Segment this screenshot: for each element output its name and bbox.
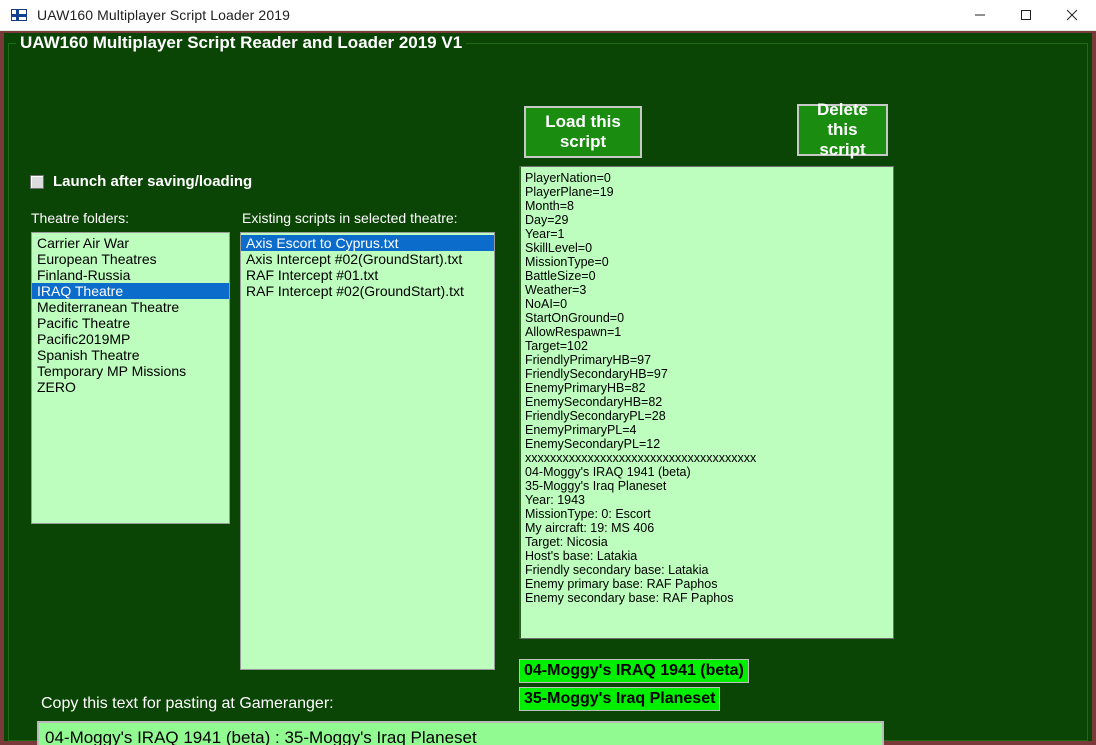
script-line: SkillLevel=0	[525, 241, 593, 255]
theatre-item[interactable]: Finland-Russia	[32, 267, 229, 283]
planeset-name-badge: 35-Moggy's Iraq Planeset	[519, 687, 721, 711]
delete-button-line2: this script	[819, 120, 866, 159]
script-line: StartOnGround=0	[525, 311, 625, 325]
minimize-button[interactable]	[957, 0, 1003, 30]
script-item[interactable]: RAF Intercept #02(GroundStart).txt	[241, 283, 494, 299]
theatre-item[interactable]: Pacific Theatre	[32, 315, 229, 331]
script-line: 35-Moggy's Iraq Planeset	[525, 479, 667, 493]
launch-after-saving-label: Launch after saving/loading	[53, 173, 253, 190]
script-item[interactable]: RAF Intercept #01.txt	[241, 267, 494, 283]
title-bar: UAW160 Multiplayer Script Loader 2019	[0, 0, 1096, 31]
theatre-item[interactable]: Carrier Air War	[32, 235, 229, 251]
script-content-panel[interactable]: PlayerNation=0 PlayerPlane=19 Month=8 Day=2…	[519, 166, 894, 639]
script-line: NoAI=0	[525, 297, 568, 311]
script-line: Year=1	[525, 227, 565, 241]
script-line: My aircraft: 19: MS 406	[525, 521, 655, 535]
script-line: Year: 1943	[525, 493, 586, 507]
script-line: BattleSize=0	[525, 269, 596, 283]
script-line: Target=102	[525, 339, 588, 353]
theatre-item[interactable]: ZERO	[32, 379, 229, 395]
script-line: Friendly secondary base: Latakia	[525, 563, 709, 577]
theatre-item[interactable]: Mediterranean Theatre	[32, 299, 229, 315]
close-icon	[1066, 9, 1078, 21]
finnish-flag-icon	[11, 9, 27, 21]
close-button[interactable]	[1049, 0, 1095, 30]
script-line: FriendlySecondaryPL=28	[525, 409, 666, 423]
delete-script-button[interactable]: Delete this script	[797, 100, 888, 159]
script-line: Enemy secondary base: RAF Paphos	[525, 591, 734, 605]
mission-name-badge: 04-Moggy's IRAQ 1941 (beta)	[519, 659, 749, 683]
script-line: FriendlyPrimaryHB=97	[525, 353, 652, 367]
theatre-item[interactable]: Temporary MP Missions	[32, 363, 229, 379]
script-line: Enemy primary base: RAF Paphos	[525, 577, 718, 591]
script-line: Host's base: Latakia	[525, 549, 638, 563]
theatre-folders-label: Theatre folders:	[31, 210, 130, 226]
script-line: EnemySecondaryPL=12	[525, 437, 661, 451]
window-title: UAW160 Multiplayer Script Loader 2019	[37, 7, 290, 23]
existing-scripts-listbox[interactable]: Axis Escort to Cyprus.txt Axis Intercept …	[240, 232, 495, 670]
script-line: MissionType=0	[525, 255, 609, 269]
form-body: UAW160 Multiplayer Script Reader and Loa…	[0, 31, 1096, 745]
script-line: EnemySecondaryHB=82	[525, 395, 663, 409]
maximize-icon	[1021, 10, 1031, 20]
script-line: EnemyPrimaryHB=82	[525, 381, 646, 395]
gameranger-copy-field[interactable]: 04-Moggy's IRAQ 1941 (beta) : 35-Moggy's…	[37, 721, 884, 745]
script-line: Day=29	[525, 213, 569, 227]
load-button-line2: script	[559, 132, 607, 151]
theatre-item[interactable]: IRAQ Theatre	[32, 283, 229, 299]
script-line: Weather=3	[525, 283, 587, 297]
script-line: 04-Moggy's IRAQ 1941 (beta)	[525, 465, 691, 479]
groupbox-top-right-edge	[466, 43, 1088, 44]
launch-after-saving-checkbox[interactable]: Launch after saving/loading	[30, 173, 252, 190]
script-line: PlayerNation=0	[525, 171, 611, 185]
script-line: FriendlySecondaryHB=97	[525, 367, 668, 381]
groupbox-top-left-edge	[8, 43, 16, 44]
existing-scripts-label: Existing scripts in selected theatre:	[242, 210, 458, 226]
script-line: PlayerPlane=19	[525, 185, 614, 199]
script-line: MissionType: 0: Escort	[525, 507, 651, 521]
application-window: UAW160 Multiplayer Script Loader 2019 UA…	[0, 0, 1096, 745]
script-line: Target: Nicosia	[525, 535, 608, 549]
theatre-item[interactable]: European Theatres	[32, 251, 229, 267]
load-script-button[interactable]: Load this script	[524, 106, 642, 158]
theatre-folders-listbox[interactable]: Carrier Air War European Theatres Finland-…	[31, 232, 230, 524]
theatre-item[interactable]: Spanish Theatre	[32, 347, 229, 363]
copy-text-label: Copy this text for pasting at Gameranger…	[41, 695, 334, 712]
script-item[interactable]: Axis Escort to Cyprus.txt	[241, 235, 494, 251]
script-line: Month=8	[525, 199, 574, 213]
script-line: EnemyPrimaryPL=4	[525, 423, 637, 437]
minimize-icon	[975, 14, 985, 16]
script-line: AllowRespawn=1	[525, 325, 622, 339]
checkbox-box-icon	[30, 174, 44, 189]
groupbox-title: UAW160 Multiplayer Script Reader and Loa…	[20, 33, 463, 52]
delete-button-line1: Delete	[816, 100, 869, 119]
theatre-item[interactable]: Pacific2019MP	[32, 331, 229, 347]
load-button-line1: Load this	[545, 112, 621, 131]
script-item[interactable]: Axis Intercept #02(GroundStart).txt	[241, 251, 494, 267]
script-line: xxxxxxxxxxxxxxxxxxxxxxxxxxxxxxxxxxxxx	[525, 451, 757, 465]
maximize-button[interactable]	[1003, 0, 1049, 30]
